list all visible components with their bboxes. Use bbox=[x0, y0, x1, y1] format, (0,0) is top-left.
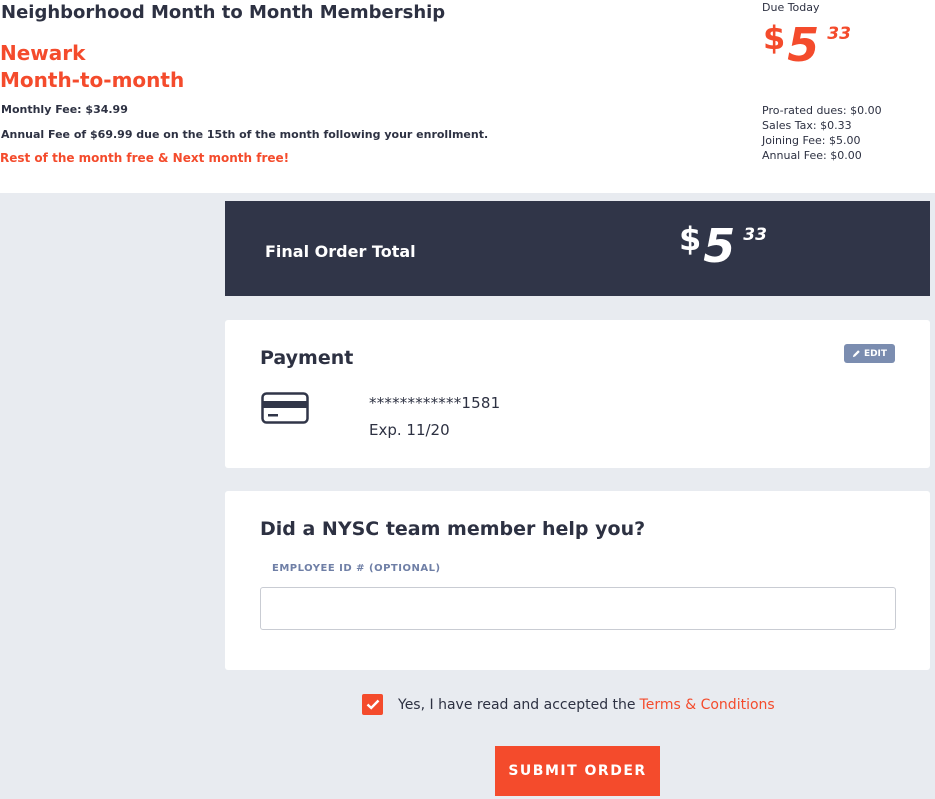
final-total-amount: $ 5 33 bbox=[679, 223, 767, 269]
currency-symbol: $ bbox=[679, 220, 702, 258]
employee-question: Did a NYSC team member help you? bbox=[260, 518, 646, 540]
plan-name: Neighborhood Month to Month Membership bbox=[1, 2, 446, 23]
club-name: Newark bbox=[0, 41, 86, 65]
edit-label: EDIT bbox=[863, 348, 888, 359]
checkmark-icon bbox=[366, 699, 379, 710]
final-order-total: Final Order Total $ 5 33 bbox=[225, 201, 930, 296]
employee-card: Did a NYSC team member help you? EMPLOYE… bbox=[225, 491, 930, 670]
amount-dollars: 5 bbox=[787, 18, 820, 72]
amount-cents: 33 bbox=[743, 225, 767, 245]
payment-card: Payment EDIT ************1581 Exp. 11/20 bbox=[225, 320, 930, 468]
fee-breakdown: Pro-rated dues: $0.00 Sales Tax: $0.33 J… bbox=[762, 103, 882, 163]
credit-card-icon bbox=[261, 392, 309, 424]
club-info: Newark Month-to-month bbox=[0, 40, 184, 94]
annual-fee-note: Annual Fee of $69.99 due on the 15th of … bbox=[1, 128, 489, 141]
final-total-label: Final Order Total bbox=[265, 242, 416, 261]
payment-title: Payment bbox=[260, 347, 354, 369]
membership-term: Month-to-month bbox=[0, 68, 185, 92]
breakdown-sales-tax: Sales Tax: $0.33 bbox=[762, 119, 852, 132]
due-today-amount: $ 5 33 bbox=[763, 22, 851, 68]
breakdown-prorated: Pro-rated dues: $0.00 bbox=[762, 104, 882, 117]
pencil-icon bbox=[852, 350, 860, 358]
breakdown-joining-fee: Joining Fee: $5.00 bbox=[762, 134, 861, 147]
card-expiry: Exp. 11/20 bbox=[369, 421, 450, 439]
terms-link[interactable]: Terms & Conditions bbox=[640, 697, 775, 713]
terms-checkbox[interactable] bbox=[362, 694, 383, 715]
employee-id-label: EMPLOYEE ID # (OPTIONAL) bbox=[272, 563, 441, 574]
submit-order-button[interactable]: SUBMIT ORDER bbox=[495, 746, 660, 796]
employee-id-input[interactable] bbox=[260, 587, 896, 630]
terms-text: Yes, I have read and accepted the bbox=[398, 696, 636, 713]
monthly-fee: Monthly Fee: $34.99 bbox=[1, 103, 128, 116]
terms-acceptance: Yes, I have read and accepted the Terms … bbox=[362, 694, 775, 715]
promo-text: Rest of the month free & Next month free… bbox=[0, 151, 290, 165]
amount-cents: 33 bbox=[827, 24, 851, 44]
membership-summary: Neighborhood Month to Month Membership N… bbox=[0, 0, 935, 193]
edit-payment-button[interactable]: EDIT bbox=[844, 344, 895, 363]
amount-dollars: 5 bbox=[703, 219, 736, 273]
card-number-masked: ************1581 bbox=[369, 394, 501, 412]
breakdown-annual-fee: Annual Fee: $0.00 bbox=[762, 149, 862, 162]
currency-symbol: $ bbox=[763, 19, 786, 57]
due-today-label: Due Today bbox=[762, 1, 820, 14]
